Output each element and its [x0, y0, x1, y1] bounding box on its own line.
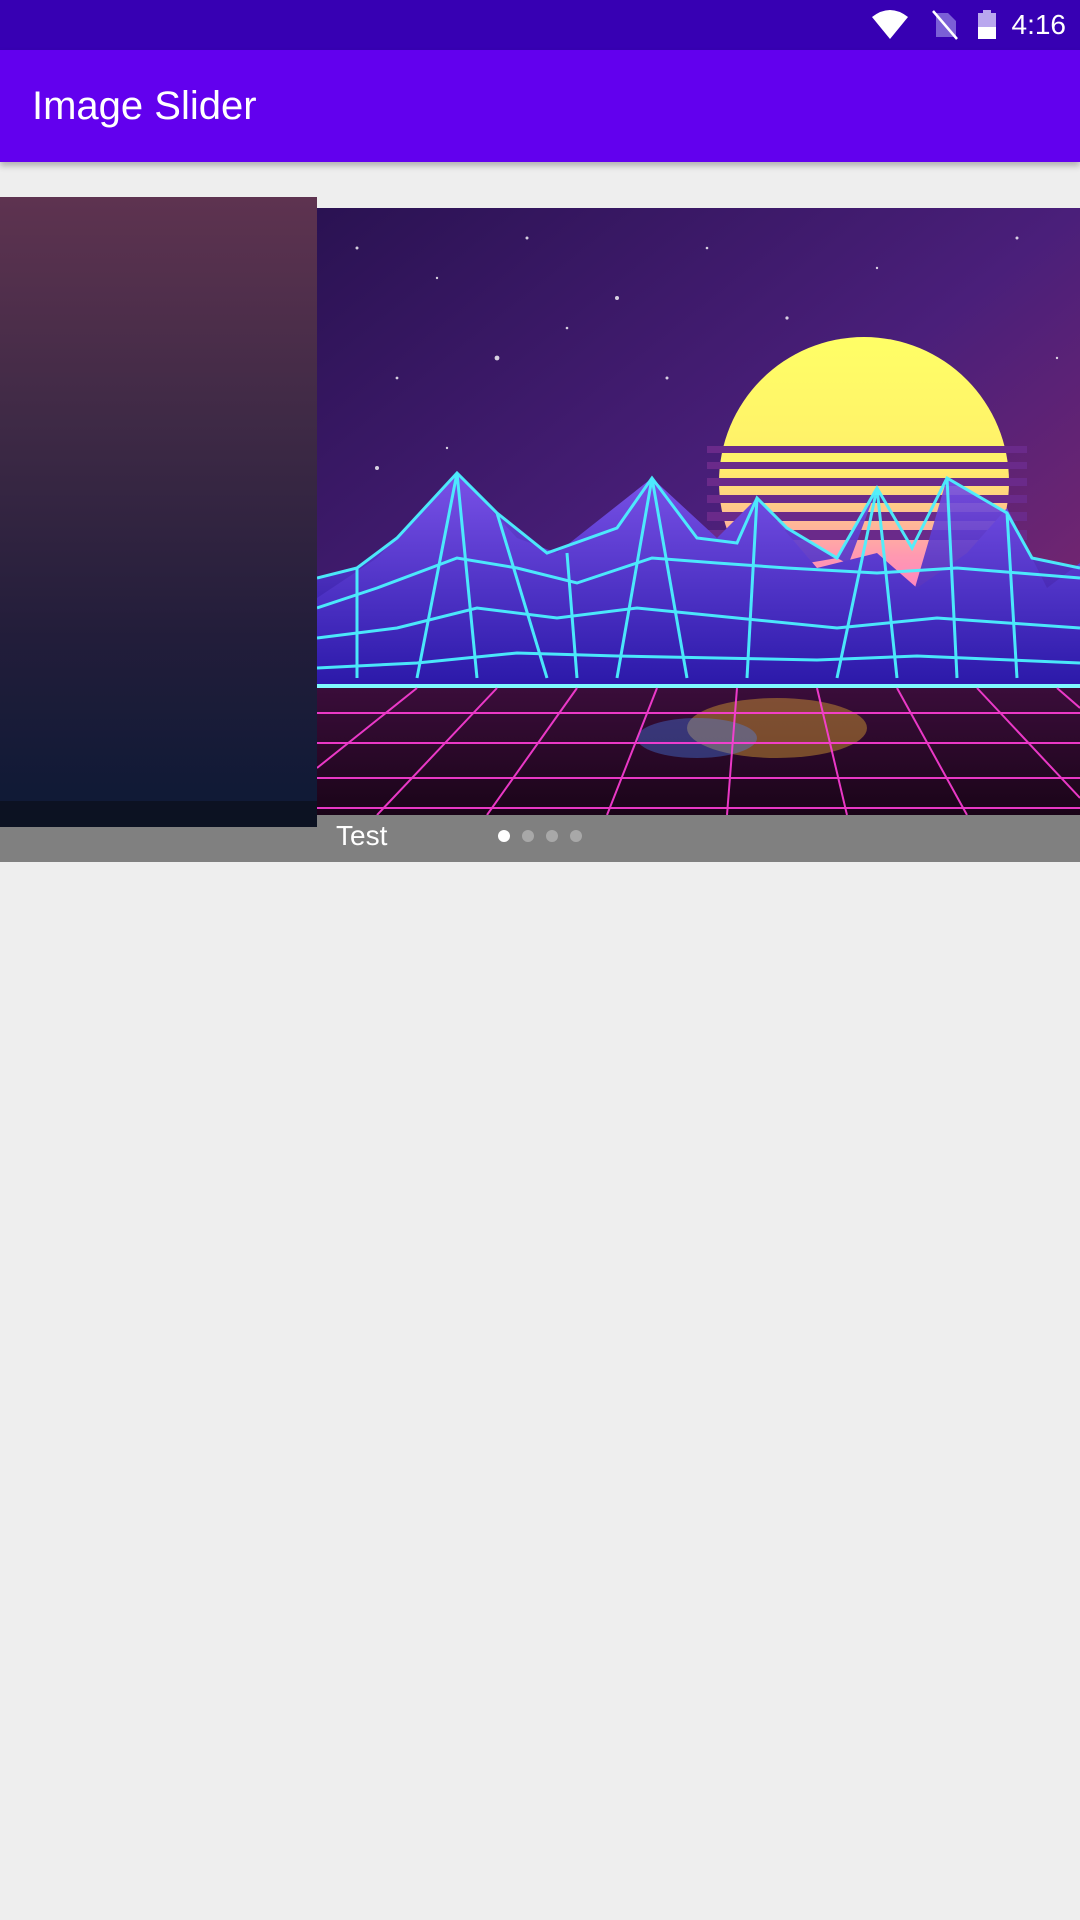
status-icons: 4:16	[870, 0, 1067, 50]
current-slide-image[interactable]	[317, 208, 1080, 815]
slide-caption: Test	[336, 820, 388, 851]
previous-slide-shade	[0, 801, 317, 827]
status-time: 4:16	[1011, 9, 1067, 40]
slide-indicator[interactable]	[498, 830, 582, 842]
status-bar: 4:16	[0, 0, 1080, 50]
indicator-dot-1[interactable]	[498, 830, 510, 842]
app-bar: Image Slider	[0, 50, 1080, 162]
indicator-dot-2[interactable]	[522, 830, 534, 842]
previous-slide-image[interactable]	[0, 197, 317, 827]
synthwave-landscape-image	[317, 208, 1080, 815]
battery-icon	[976, 9, 998, 41]
no-sim-icon	[931, 9, 958, 41]
app-title: Image Slider	[32, 84, 257, 128]
indicator-dot-3[interactable]	[546, 830, 558, 842]
indicator-dot-4[interactable]	[570, 830, 582, 842]
wifi-icon	[870, 9, 910, 41]
